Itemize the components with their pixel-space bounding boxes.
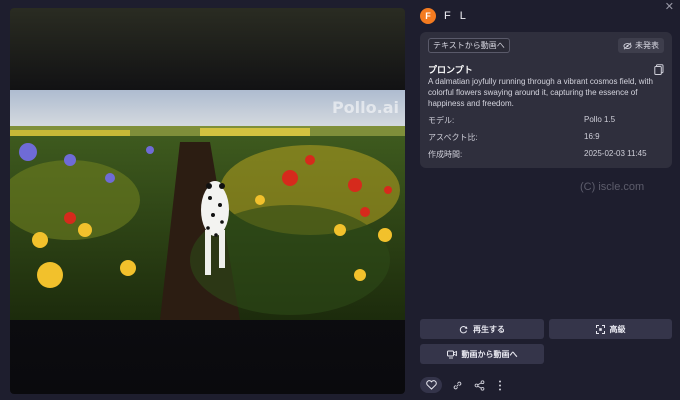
pollo-watermark: Pollo.ai bbox=[331, 98, 399, 117]
more-options-button[interactable] bbox=[490, 377, 510, 393]
prompt-title: プロンプト bbox=[428, 65, 473, 75]
video-to-video-button[interactable]: 動画から動画へ bbox=[420, 344, 544, 364]
like-button[interactable] bbox=[420, 377, 442, 393]
expand-icon bbox=[595, 324, 605, 334]
meta-key: 作成時間: bbox=[428, 150, 463, 159]
details-card: テキストから動画へ 未発表 プロンプト A dalmatian joyfully… bbox=[420, 32, 672, 168]
meta-value: 2025-02-03 11:45 bbox=[584, 149, 647, 158]
video-preview[interactable]: Pollo.ai bbox=[10, 8, 405, 394]
meta-key: アスペクト比: bbox=[428, 133, 478, 142]
avatar: F bbox=[420, 8, 436, 24]
video-to-video-label: 動画から動画へ bbox=[461, 349, 518, 359]
meta-value: 16:9 bbox=[584, 132, 600, 141]
meta-value: Pollo 1.5 bbox=[584, 115, 616, 124]
mode-tag: テキストから動画へ bbox=[428, 38, 510, 53]
visibility-label: 未発表 bbox=[635, 41, 659, 50]
more-vertical-icon bbox=[499, 380, 501, 390]
share-icon bbox=[474, 379, 484, 391]
upscale-button[interactable]: 高級 bbox=[549, 319, 672, 339]
user-name: F L bbox=[444, 10, 469, 22]
preview-top-fade bbox=[10, 8, 405, 90]
regenerate-label: 再生する bbox=[473, 324, 505, 334]
regenerate-button[interactable]: 再生する bbox=[420, 319, 544, 339]
link-icon bbox=[453, 381, 461, 389]
close-icon[interactable]: ✕ bbox=[665, 0, 674, 13]
dalmatian-field-image bbox=[10, 90, 405, 320]
upscale-label: 高級 bbox=[609, 324, 626, 334]
prompt-text: A dalmatian joyfully running through a v… bbox=[428, 77, 654, 108]
heart-icon bbox=[425, 380, 437, 390]
copy-icon[interactable] bbox=[654, 64, 664, 75]
video-convert-icon bbox=[446, 350, 457, 358]
meta-key: モデル: bbox=[428, 116, 455, 125]
visibility-toggle[interactable]: 未発表 bbox=[618, 38, 664, 53]
eye-off-icon bbox=[623, 41, 632, 50]
user-info[interactable]: F F L bbox=[420, 8, 469, 24]
copyright-text: (C) iscle.com bbox=[580, 181, 645, 193]
copy-link-button[interactable] bbox=[447, 377, 467, 393]
video-frame[interactable]: Pollo.ai bbox=[10, 90, 405, 320]
share-button[interactable] bbox=[469, 377, 489, 393]
refresh-icon bbox=[459, 325, 468, 333]
